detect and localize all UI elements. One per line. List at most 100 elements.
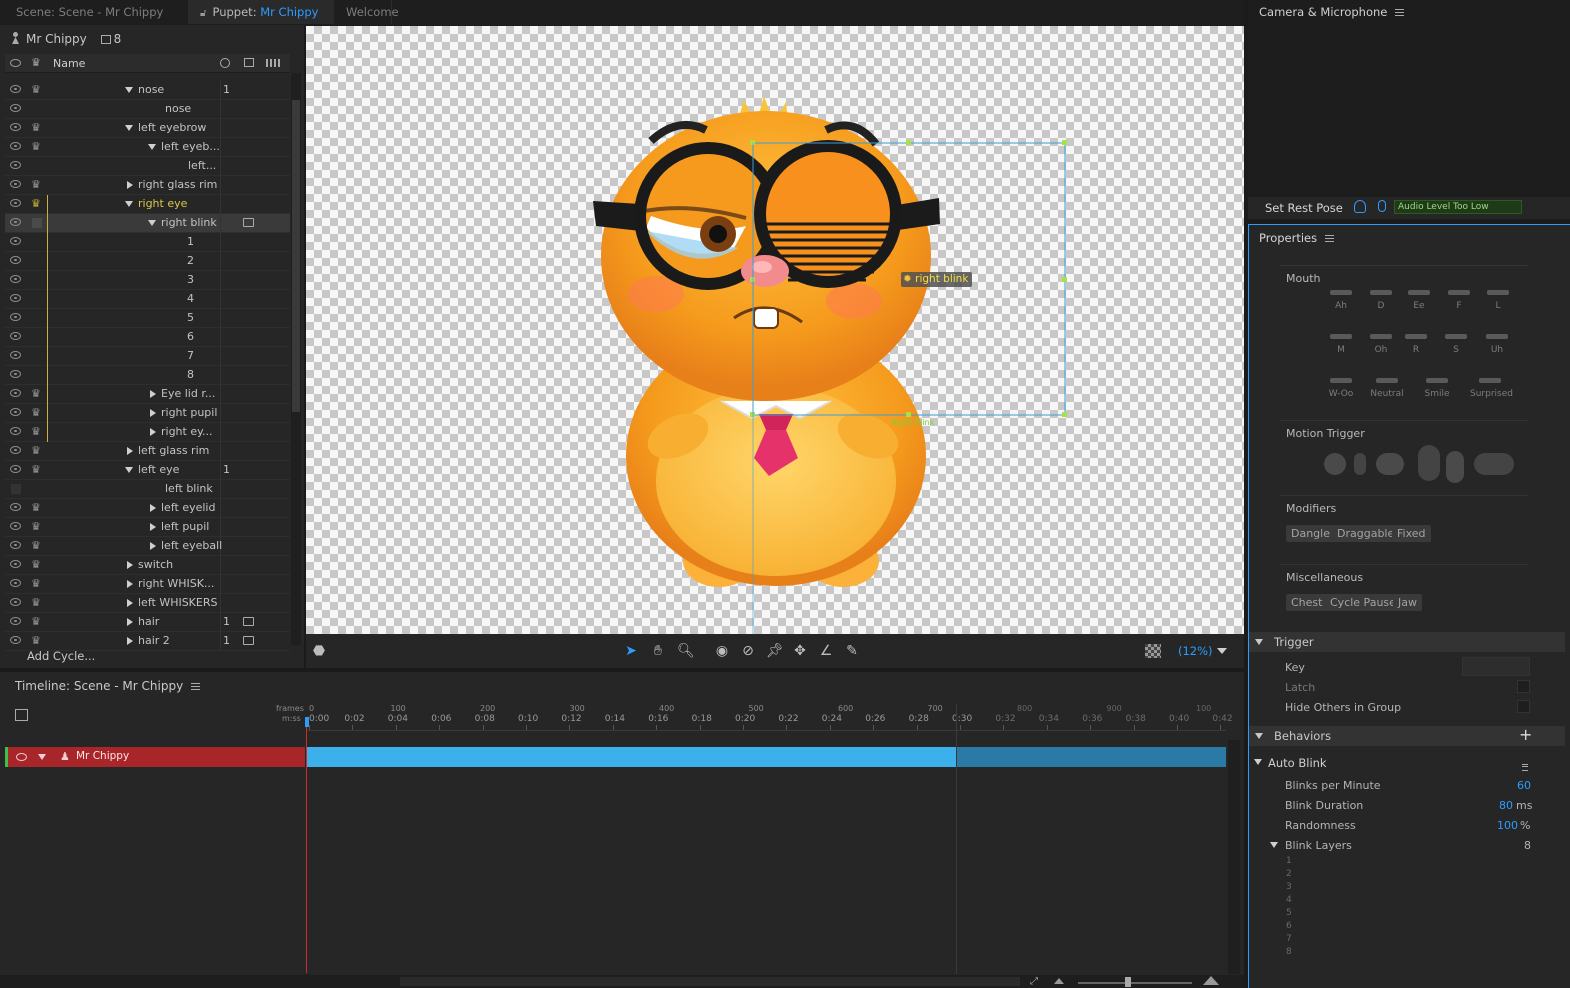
layer-row[interactable]: 4 xyxy=(5,290,290,309)
layer-row[interactable]: ♛ right eye xyxy=(5,195,290,214)
blink-layers-chevron-icon[interactable] xyxy=(1270,842,1278,848)
trigger-latch-checkbox[interactable] xyxy=(1517,680,1530,693)
hand-tool-icon[interactable]: ✋︎ xyxy=(650,643,666,659)
visibility-eye-icon[interactable] xyxy=(10,161,21,169)
layer-list-scroll-thumb[interactable] xyxy=(292,100,300,412)
independent-crown-icon[interactable]: ♛ xyxy=(31,559,41,571)
timeline-scroll-thumb[interactable] xyxy=(400,977,1020,986)
layer-row[interactable]: ♛ Eye lid r... xyxy=(5,385,290,404)
visibility-eye-icon[interactable] xyxy=(10,237,21,245)
viseme-4[interactable]: L xyxy=(1478,290,1518,311)
viseme-0[interactable]: Ah xyxy=(1321,290,1361,311)
layer-row[interactable]: 8 xyxy=(5,366,290,385)
visibility-eye-icon[interactable] xyxy=(10,503,21,511)
zoom-level[interactable]: (12%) xyxy=(1178,644,1213,658)
misc-chest-tag[interactable]: Chest xyxy=(1286,594,1328,611)
zoom-out-mountain-icon[interactable] xyxy=(1054,978,1064,984)
misc-jaw-tag[interactable]: Jaw xyxy=(1393,594,1422,611)
handle-tool-icon[interactable]: ⊘ xyxy=(740,643,756,659)
visibility-eye-icon[interactable] xyxy=(10,218,21,226)
viseme-12[interactable]: Smile xyxy=(1417,378,1457,399)
trigger-key-field[interactable] xyxy=(1462,657,1530,676)
transparency-grid-icon[interactable] xyxy=(1145,644,1161,658)
independent-crown-icon[interactable]: ♛ xyxy=(31,445,41,457)
layer-row[interactable]: ♛ left WHISKERS xyxy=(5,594,290,613)
modifier-dangle-tag[interactable]: Dangle xyxy=(1286,525,1335,542)
behaviors-section-header[interactable]: Behaviors xyxy=(1249,726,1565,746)
layer-row[interactable]: ♛ left glass rim xyxy=(5,442,290,461)
origin-tool-icon[interactable]: ◉ xyxy=(714,643,730,659)
viseme-2[interactable]: Ee xyxy=(1399,290,1439,311)
layer-row[interactable]: ♛ nose 1 xyxy=(5,81,290,100)
expand-chevron-down-icon[interactable] xyxy=(125,467,133,473)
timeline-zoom-slider-thumb[interactable] xyxy=(1125,977,1131,987)
track-visibility-icon[interactable] xyxy=(16,753,27,761)
blinks-per-minute-value[interactable]: 60 xyxy=(1517,779,1531,792)
draw-tool-icon[interactable]: ✎ xyxy=(844,643,860,659)
tab-puppet[interactable]: 🔓︎ Puppet: Mr Chippy xyxy=(188,0,334,42)
visibility-eye-icon[interactable] xyxy=(10,579,21,587)
motion-trigger-shapes[interactable] xyxy=(1322,445,1517,485)
timeline-track-header[interactable]: ♟ Mr Chippy xyxy=(5,747,305,767)
independent-crown-icon[interactable]: ♛ xyxy=(31,141,41,153)
viseme-9[interactable]: Uh xyxy=(1477,334,1517,355)
playhead-marker[interactable] xyxy=(305,717,309,727)
visibility-eye-icon[interactable] xyxy=(10,142,21,150)
independent-crown-icon[interactable]: ♛ xyxy=(31,540,41,552)
independent-crown-icon[interactable]: ♛ xyxy=(31,597,41,609)
viseme-10[interactable]: W-Oo xyxy=(1321,378,1361,399)
viseme-7[interactable]: R xyxy=(1396,334,1436,355)
layer-record-icon[interactable] xyxy=(243,617,254,626)
expand-chevron-down-icon[interactable] xyxy=(125,125,133,131)
visibility-eye-icon[interactable] xyxy=(10,370,21,378)
independent-crown-icon[interactable]: ♛ xyxy=(31,578,41,590)
handle-tag-label[interactable]: ✹ right blink xyxy=(901,272,973,287)
viseme-3[interactable]: F xyxy=(1439,290,1479,311)
visibility-eye-icon[interactable] xyxy=(10,408,21,416)
fit-timeline-icon[interactable]: ⤢ xyxy=(1030,976,1038,987)
visibility-eye-icon[interactable] xyxy=(10,598,21,606)
expand-chevron-right-icon[interactable] xyxy=(150,409,156,417)
layer-row[interactable]: 2 xyxy=(5,252,290,271)
layer-row[interactable]: 1 xyxy=(5,233,290,252)
visibility-eye-icon[interactable] xyxy=(10,123,21,131)
scene-canvas[interactable]: ✹ right blink Right Blink xyxy=(306,26,1244,634)
hamster-puppet-artwork[interactable] xyxy=(306,26,1244,634)
track-expand-chevron-icon[interactable] xyxy=(38,754,46,760)
independent-crown-icon[interactable]: ♛ xyxy=(31,179,41,191)
timeline-zoom-slider[interactable] xyxy=(1078,982,1192,984)
rig-mode-icon[interactable]: ⬣ xyxy=(311,643,327,659)
viseme-8[interactable]: S xyxy=(1436,334,1476,355)
add-behavior-icon[interactable]: + xyxy=(1519,727,1532,743)
name-column-header[interactable]: Name xyxy=(53,57,85,70)
layer-row[interactable]: 5 xyxy=(5,309,290,328)
layer-row[interactable]: 7 xyxy=(5,347,290,366)
camera-panel-menu-icon[interactable] xyxy=(1395,9,1405,16)
layer-row[interactable]: ♛ left eyelid xyxy=(5,499,290,518)
visibility-eye-icon[interactable] xyxy=(10,465,21,473)
layer-row[interactable]: ♛ switch xyxy=(5,556,290,575)
expand-chevron-right-icon[interactable] xyxy=(127,637,133,645)
zoom-tool-icon[interactable]: 🔍︎ xyxy=(677,643,695,659)
visibility-eye-icon[interactable] xyxy=(10,617,21,625)
layer-row[interactable]: ♛ left eyebrow xyxy=(5,119,290,138)
visibility-eye-icon[interactable] xyxy=(10,313,21,321)
lock-icon[interactable]: 🔓︎ xyxy=(200,8,206,19)
expand-chevron-down-icon[interactable] xyxy=(125,201,133,207)
timeline-track-bar[interactable] xyxy=(307,747,956,767)
timeline-menu-icon[interactable] xyxy=(191,683,201,690)
microphone-icon[interactable] xyxy=(1378,200,1386,212)
layer-row[interactable]: left blink xyxy=(5,480,290,499)
timeline-track-bar-extension[interactable] xyxy=(957,747,1226,767)
visibility-eye-icon[interactable] xyxy=(10,180,21,188)
independent-crown-icon[interactable]: ♛ xyxy=(31,635,41,647)
visibility-off-box[interactable] xyxy=(11,484,21,494)
blink-duration-value[interactable]: 80 xyxy=(1499,799,1513,812)
zoom-in-mountain-icon[interactable] xyxy=(1203,976,1219,985)
layer-row[interactable]: nose xyxy=(5,100,290,119)
visibility-eye-icon[interactable] xyxy=(10,427,21,435)
misc-cycle-pause-tag[interactable]: Cycle Pause xyxy=(1325,594,1401,611)
visibility-eye-icon[interactable] xyxy=(10,522,21,530)
layer-row[interactable]: ♛ right WHISK... xyxy=(5,575,290,594)
tab-welcome[interactable]: Welcome xyxy=(334,0,399,24)
